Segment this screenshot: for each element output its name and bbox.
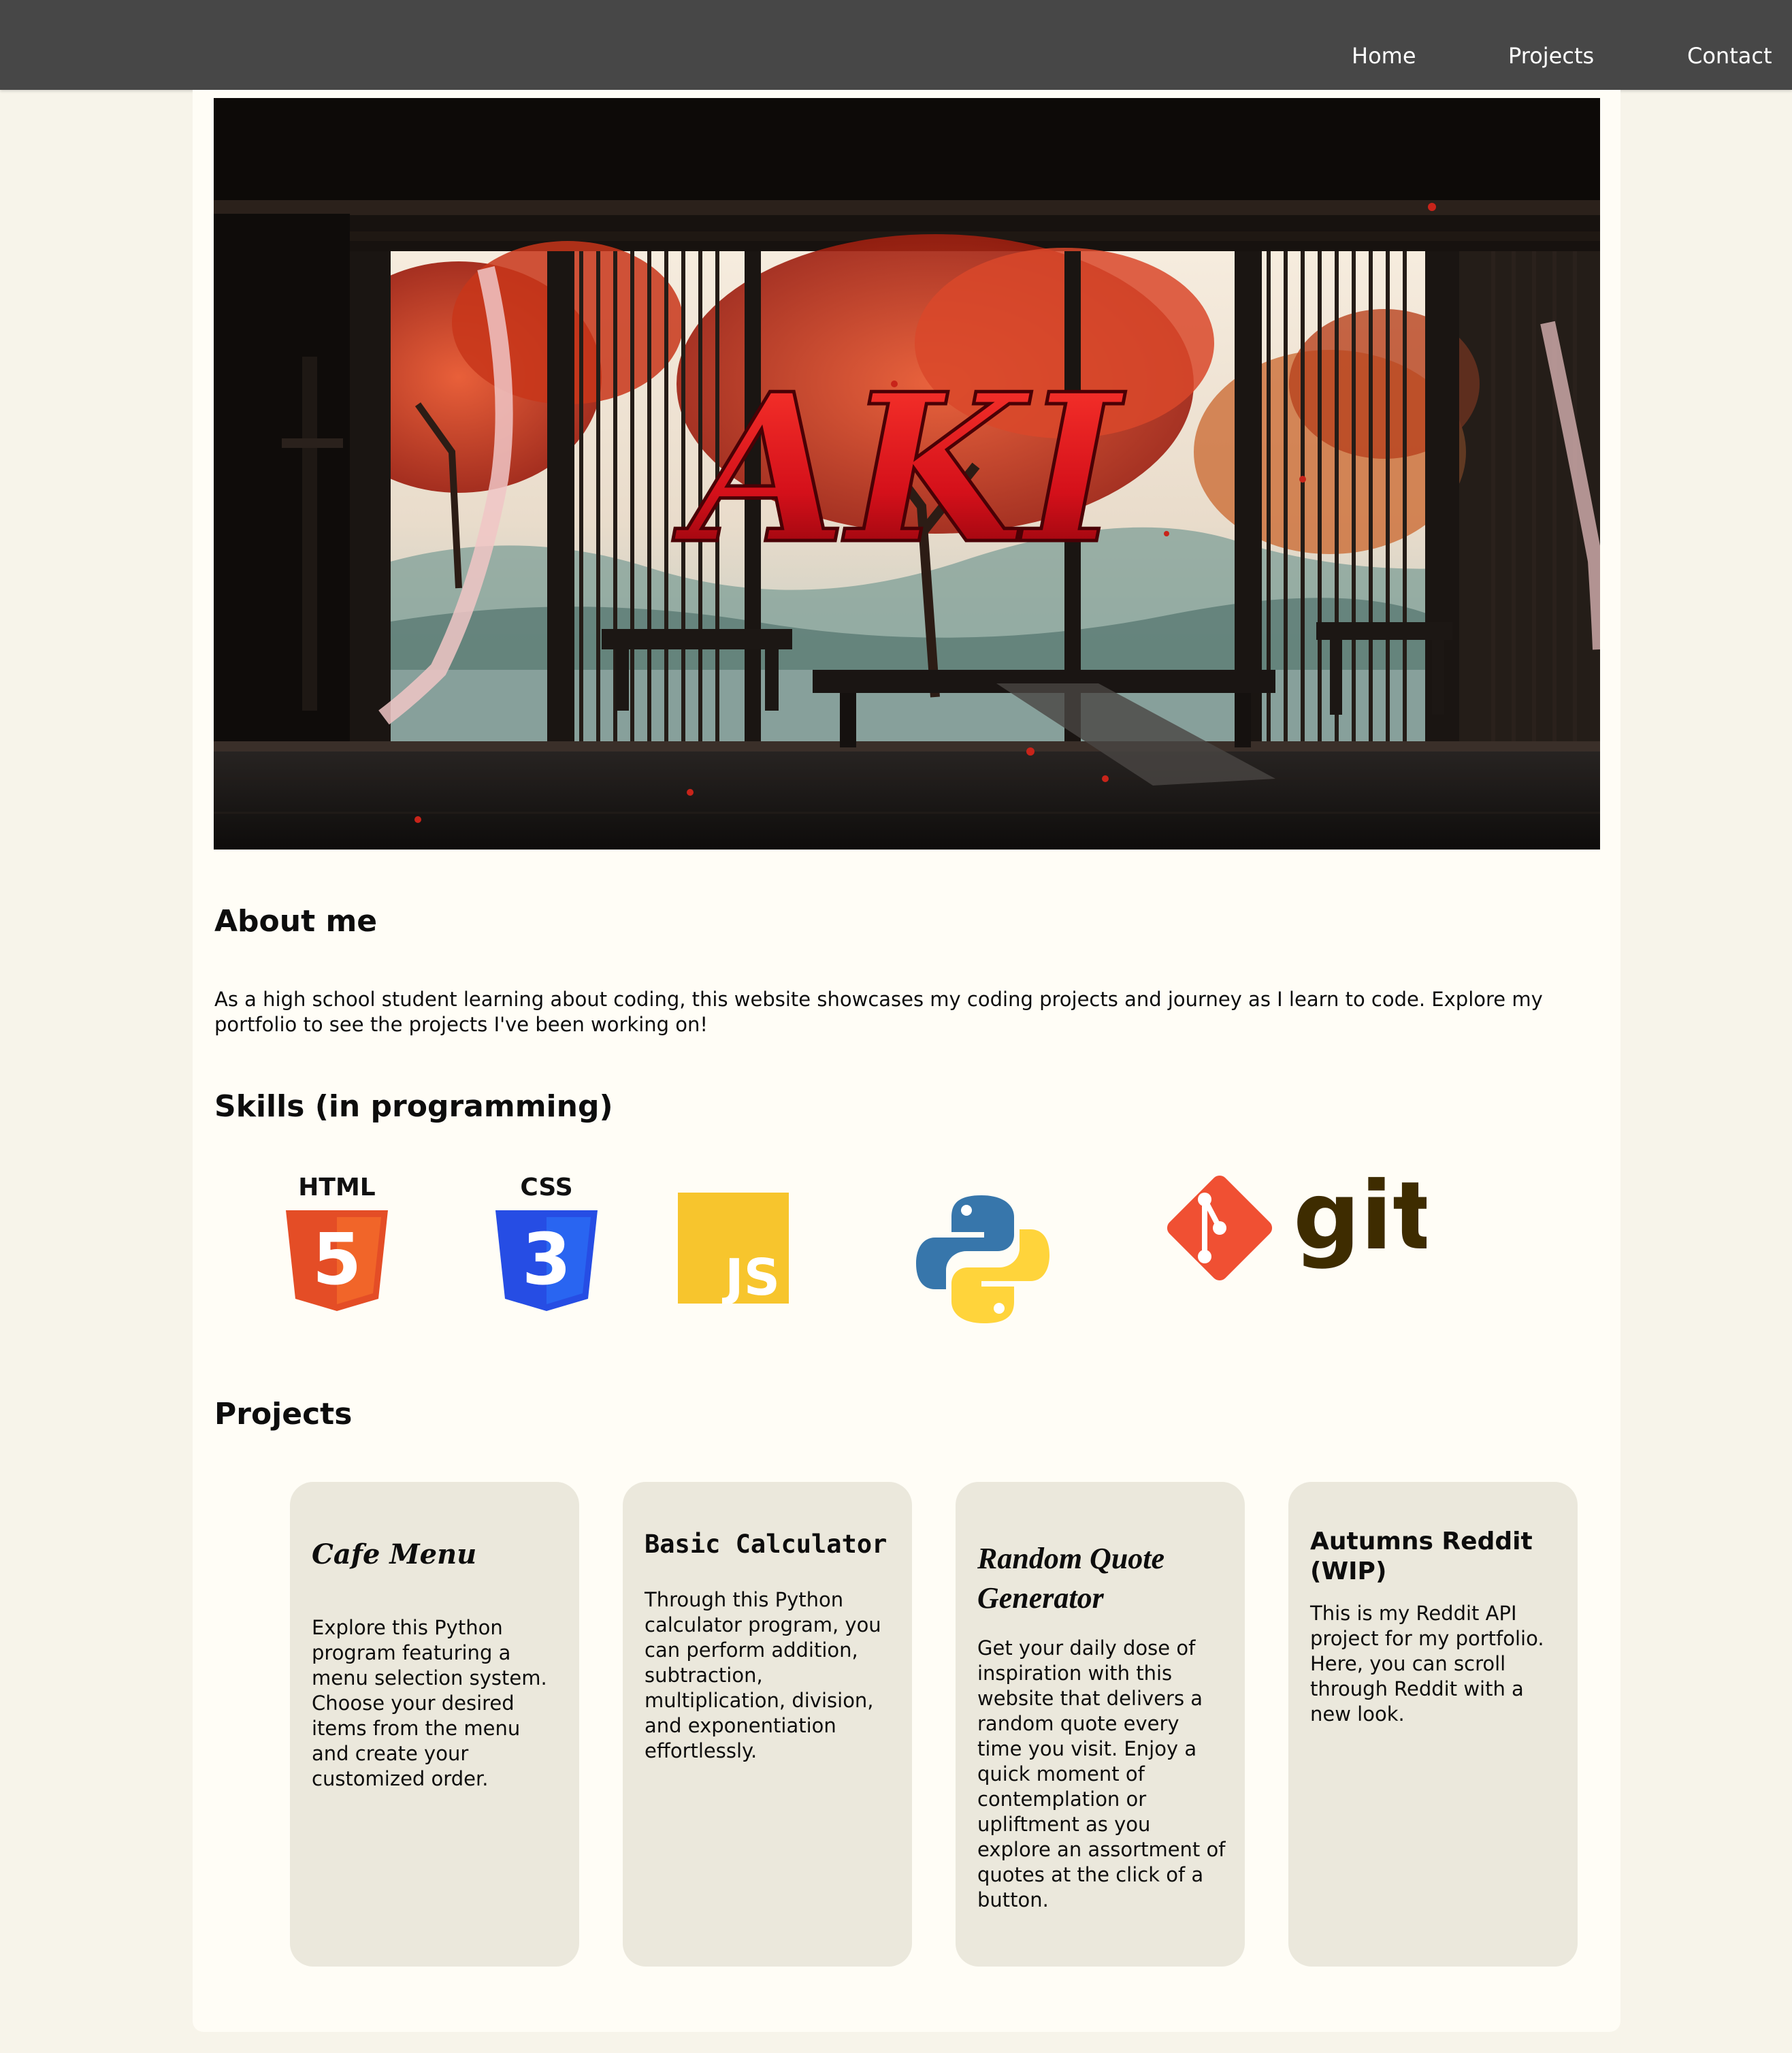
projects-heading: Projects [214,1397,353,1432]
skills-heading: Skills (in programming) [214,1089,613,1124]
svg-text:git: git [1293,1172,1427,1271]
project-card-autumns-reddit[interactable]: Autumns Reddit (WIP) This is my Reddit A… [1288,1482,1578,1967]
top-navbar: Home Projects Contact [0,0,1792,90]
python-icon [916,1195,1049,1323]
nav-link-contact[interactable]: Contact [1687,39,1772,72]
project-card-title: Random Quote Generator [977,1542,1165,1615]
html5-icon: HTML 5 [286,1174,388,1311]
project-card-title: Autumns Reddit (WIP) [1310,1527,1533,1585]
about-text: As a high school student learning about … [214,988,1543,1036]
hero-banner: AKI [214,98,1600,850]
project-card-description: Explore this Python program featuring a … [312,1616,547,1790]
project-card-cafe-menu[interactable]: Cafe Menu Explore this Python program fe… [290,1482,579,1967]
javascript-icon: JS [678,1193,789,1304]
project-card-basic-calculator[interactable]: Basic Calculator Through this Python cal… [623,1482,912,1967]
project-card-description: Get your daily dose of inspiration with … [977,1636,1226,1911]
nav-link-home[interactable]: Home [1352,39,1416,72]
project-card-description: Through this Python calculator program, … [645,1588,881,1762]
project-card-description: This is my Reddit API project for my por… [1310,1602,1544,1726]
git-icon: git [1167,1172,1427,1281]
project-card-title: Cafe Menu [312,1538,477,1570]
hero-illustration: AKI [214,98,1600,850]
svg-text:3: 3 [522,1218,571,1301]
css3-icon: CSS 3 [495,1174,598,1311]
project-card-random-quote-generator[interactable]: Random Quote Generator Get your daily do… [956,1482,1245,1967]
svg-text:JS: JS [721,1248,780,1304]
about-heading: About me [214,904,378,939]
project-card-title: Basic Calculator [645,1530,887,1559]
nav-link-projects[interactable]: Projects [1508,39,1594,72]
svg-text:CSS: CSS [520,1174,572,1201]
svg-text:HTML: HTML [298,1174,375,1201]
svg-text:5: 5 [312,1218,361,1301]
hero-title: AKI [673,349,1127,589]
